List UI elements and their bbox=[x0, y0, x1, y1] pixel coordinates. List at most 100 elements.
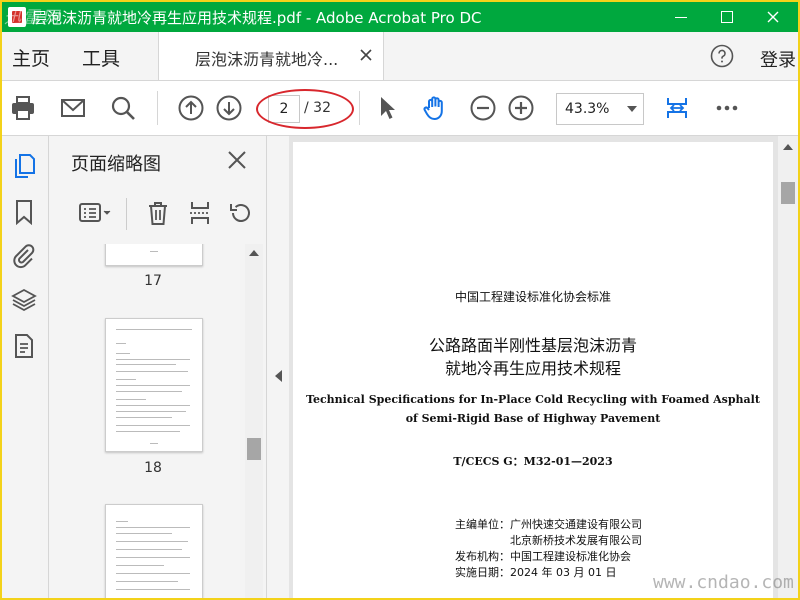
document-viewer: 中国工程建设标准化协会标准 公路路面半刚性基层泡沫沥青 就地冷再生应用技术规程 … bbox=[289, 136, 798, 598]
insert-page-button[interactable] bbox=[185, 198, 215, 228]
toolbar-separator bbox=[359, 91, 360, 125]
editor-unit-second: 北京新桥技术发展有限公司 bbox=[455, 534, 642, 547]
arrow-up-circle-icon bbox=[178, 95, 204, 121]
zoom-level-dropdown[interactable]: 43.3% bbox=[556, 93, 644, 125]
thumbnail-text-line bbox=[116, 533, 172, 534]
editor-unit: 主编单位：广州快速交通建设有限公司 bbox=[455, 518, 642, 531]
collapse-left-icon bbox=[275, 370, 282, 382]
bookmark-icon bbox=[16, 200, 32, 225]
issuing-organization: 中国工程建设标准化协会标准 bbox=[454, 290, 611, 304]
minimize-button[interactable] bbox=[658, 2, 704, 32]
zoom-out-button[interactable] bbox=[468, 93, 498, 123]
zoom-out-icon bbox=[470, 95, 496, 121]
app-window: 迅雷网 层泡沫沥青就地冷再生应用技术规程.pdf - Adobe Acrobat… bbox=[0, 0, 800, 600]
thumbnail-text-line bbox=[116, 329, 192, 330]
thumbnail-text-line bbox=[116, 411, 186, 412]
thumbnail-text-line bbox=[116, 573, 190, 574]
thumbnail-text-line bbox=[150, 251, 158, 252]
thumbnail-page[interactable] bbox=[105, 244, 203, 266]
thumbnail-page[interactable] bbox=[105, 318, 203, 452]
thumbnail-text-line bbox=[116, 417, 172, 418]
scroll-up-icon[interactable] bbox=[783, 144, 793, 150]
document-scrollbar[interactable] bbox=[778, 136, 798, 598]
thumbnail-page-number: 18 bbox=[144, 460, 162, 476]
scroll-up-icon[interactable] bbox=[249, 250, 259, 256]
standard-code: T/CECS G：M32-01—2023 bbox=[453, 455, 613, 468]
search-button[interactable] bbox=[108, 93, 138, 123]
help-icon[interactable] bbox=[710, 44, 734, 68]
rotate-icon bbox=[230, 204, 250, 222]
panel-toolbar bbox=[49, 196, 266, 236]
select-tool-button[interactable] bbox=[372, 93, 402, 123]
thumbnail-text-line bbox=[150, 443, 158, 444]
fit-page-button[interactable] bbox=[662, 93, 692, 123]
thumbnail-text-line bbox=[116, 425, 190, 426]
print-button[interactable] bbox=[8, 93, 38, 123]
title-bar: 迅雷网 层泡沫沥青就地冷再生应用技术规程.pdf - Adobe Acrobat… bbox=[2, 2, 798, 32]
thumbnail-text-line bbox=[116, 431, 180, 432]
hand-tool-button[interactable] bbox=[420, 93, 450, 123]
scrollbar-thumb[interactable] bbox=[247, 438, 261, 460]
email-button[interactable] bbox=[58, 93, 88, 123]
chevron-down-icon bbox=[627, 106, 637, 112]
printer-icon bbox=[12, 96, 34, 120]
menu-home[interactable]: 主页 bbox=[12, 44, 50, 71]
panel-toolbar-separator bbox=[126, 198, 127, 230]
maximize-button[interactable] bbox=[704, 2, 750, 32]
delete-pages-button[interactable] bbox=[143, 198, 173, 228]
thumbnail-text-line bbox=[116, 371, 188, 372]
rotate-page-button[interactable] bbox=[225, 198, 255, 228]
close-window-button[interactable] bbox=[750, 2, 796, 32]
document-tab[interactable]: 层泡沫沥青就地冷... bbox=[158, 32, 384, 80]
navigation-rail bbox=[2, 136, 49, 598]
hand-icon bbox=[423, 96, 443, 120]
thumbnail-options-button[interactable] bbox=[75, 198, 115, 228]
thumbnail-text-line bbox=[116, 353, 130, 354]
watermark-text: www.cndao.com bbox=[653, 572, 794, 593]
document-tab-label: 层泡沫沥青就地冷... bbox=[195, 50, 339, 69]
scrollbar-thumb[interactable] bbox=[781, 182, 795, 204]
next-page-button[interactable] bbox=[214, 93, 244, 123]
zoom-in-icon bbox=[508, 95, 534, 121]
tab-close-icon[interactable] bbox=[359, 48, 373, 62]
publishing-body: 发布机构：中国工程建设标准化协会 bbox=[455, 550, 631, 563]
thumbnail-text-line bbox=[116, 391, 182, 392]
options-menu-icon bbox=[79, 203, 111, 222]
thumbnail-text-line bbox=[116, 359, 190, 360]
cursor-arrow-icon bbox=[381, 97, 395, 119]
effective-date: 实施日期：2024 年 03 月 01 日 bbox=[455, 566, 617, 579]
zoom-in-button[interactable] bbox=[506, 93, 536, 123]
thumbnail-list: 17 18 bbox=[49, 244, 245, 598]
close-icon bbox=[767, 11, 779, 23]
thumbnail-text-line bbox=[116, 379, 136, 380]
thumbnail-text-line bbox=[116, 565, 164, 566]
thumbnail-text-line bbox=[116, 581, 178, 582]
menu-tools[interactable]: 工具 bbox=[82, 44, 120, 71]
window-title: 层泡沫沥青就地冷再生应用技术规程.pdf - Adobe Acrobat Pro… bbox=[32, 9, 482, 27]
close-panel-icon[interactable] bbox=[227, 150, 247, 170]
panel-collapse-strip[interactable] bbox=[266, 136, 289, 598]
search-icon bbox=[111, 96, 135, 120]
page-thumbnails-button[interactable] bbox=[10, 152, 38, 180]
thumbnail-text-line bbox=[116, 343, 126, 344]
more-tools-button[interactable] bbox=[712, 93, 742, 123]
document-title-en-line1: Technical Specifications for In-Place Co… bbox=[306, 393, 760, 406]
thumbnail-page[interactable] bbox=[105, 504, 203, 598]
login-link[interactable]: 登录 bbox=[760, 46, 796, 72]
thumbnail-text-line bbox=[116, 521, 128, 522]
document-icon bbox=[15, 334, 33, 358]
annotation-red-ellipse bbox=[256, 89, 354, 129]
panel-title: 页面缩略图 bbox=[71, 154, 161, 175]
toolbar-separator bbox=[157, 91, 158, 125]
thumbnail-scrollbar[interactable] bbox=[245, 244, 263, 598]
previous-page-button[interactable] bbox=[176, 93, 206, 123]
bookmarks-button[interactable] bbox=[10, 198, 38, 226]
thumbnail-text-line bbox=[116, 405, 190, 406]
main-toolbar: 2 / 32 43.3% bbox=[2, 81, 798, 136]
document-title-cn-line2: 就地冷再生应用技术规程 bbox=[444, 359, 621, 378]
attachments-button[interactable] bbox=[10, 242, 38, 270]
thumbnail-text-line bbox=[116, 557, 190, 558]
layers-button[interactable] bbox=[10, 286, 38, 314]
thumbnail-text-line bbox=[116, 364, 176, 365]
document-properties-button[interactable] bbox=[10, 332, 38, 360]
